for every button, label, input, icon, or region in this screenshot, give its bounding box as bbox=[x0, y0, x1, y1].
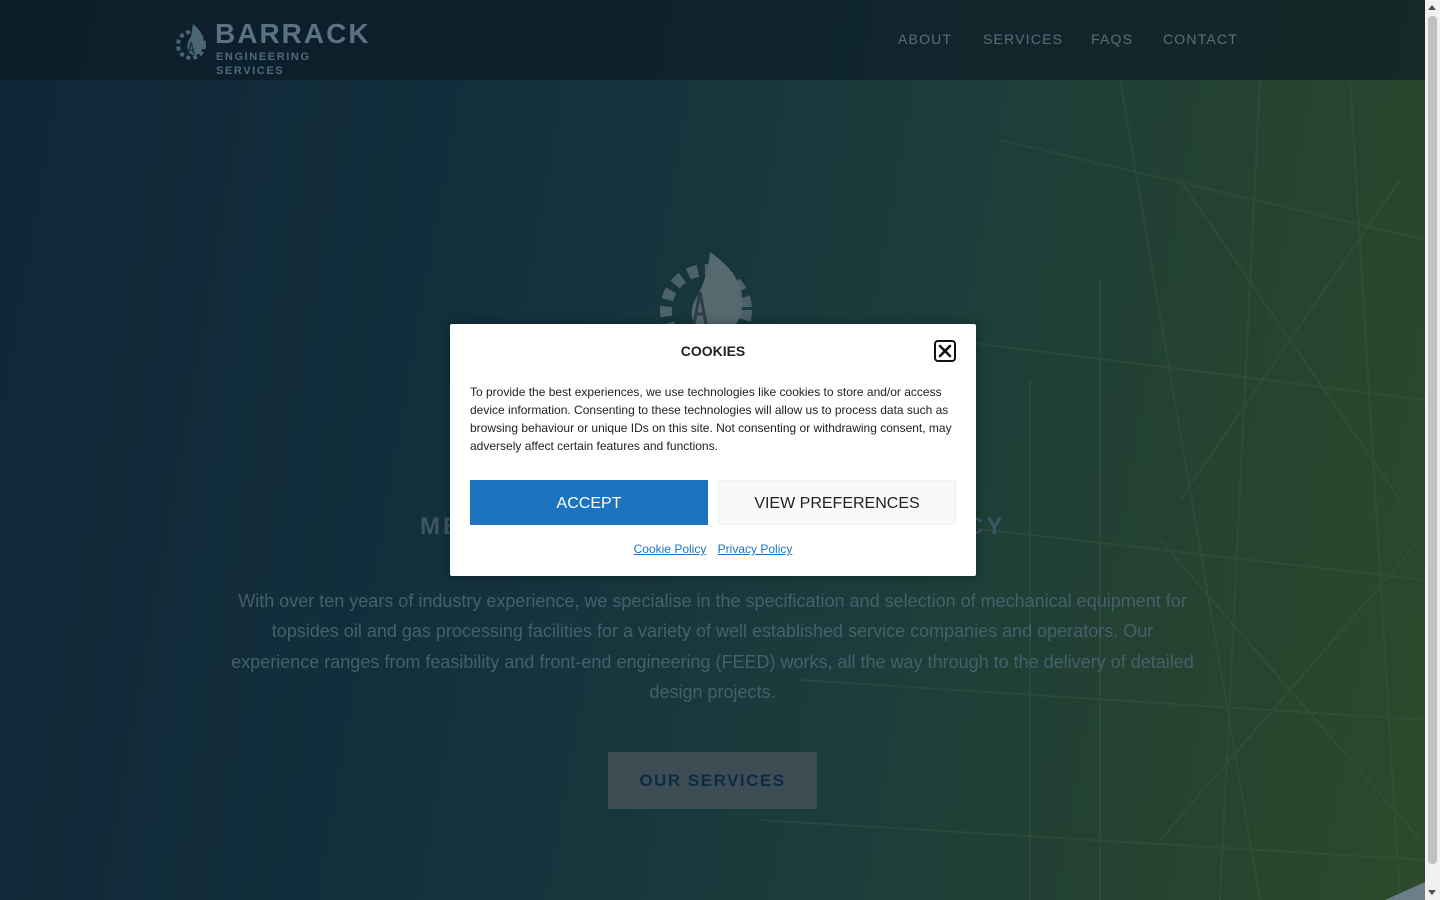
flame-gear-icon bbox=[176, 24, 206, 60]
cookie-dialog-message: To provide the best experiences, we use … bbox=[470, 385, 952, 453]
view-preferences-button[interactable]: VIEW PREFERENCES bbox=[718, 480, 956, 525]
cookie-consent-dialog: COOKIES To provide the best experiences,… bbox=[450, 324, 976, 576]
close-icon[interactable] bbox=[934, 340, 956, 362]
accept-cookies-button[interactable]: ACCEPT bbox=[470, 480, 708, 525]
nav-contact[interactable]: CONTACT bbox=[1163, 30, 1238, 48]
scrollbar-thumb[interactable] bbox=[1428, 16, 1437, 864]
brand-name: BARRACK bbox=[215, 18, 371, 49]
our-services-label: OUR SERVICES bbox=[639, 771, 786, 790]
nav-about[interactable]: ABOUT bbox=[898, 30, 952, 48]
site-header: BARRACK ENGINEERING SERVICES ABOUT SERVI… bbox=[0, 0, 1425, 80]
cookie-dialog-title: COOKIES bbox=[680, 343, 746, 359]
cookie-policy-link[interactable]: Cookie Policy bbox=[634, 542, 707, 556]
page-scrollbar[interactable] bbox=[1425, 0, 1440, 900]
nav-faqs[interactable]: FAQS bbox=[1091, 30, 1133, 48]
corner-decoration bbox=[1385, 882, 1425, 900]
cookie-policy-links: Cookie Policy Privacy Policy bbox=[450, 541, 976, 557]
hero-description: With over ten years of industry experien… bbox=[231, 591, 1194, 702]
scroll-up-arrow-icon[interactable] bbox=[1428, 5, 1436, 10]
brand-tagline: ENGINEERING SERVICES bbox=[216, 51, 311, 77]
privacy-policy-link[interactable]: Privacy Policy bbox=[718, 542, 793, 556]
scroll-down-arrow-icon[interactable] bbox=[1428, 890, 1436, 895]
brand-logo-link[interactable]: BARRACK ENGINEERING SERVICES bbox=[175, 18, 380, 77]
nav-services[interactable]: SERVICES bbox=[983, 30, 1063, 48]
our-services-button[interactable]: OUR SERVICES bbox=[608, 752, 817, 809]
